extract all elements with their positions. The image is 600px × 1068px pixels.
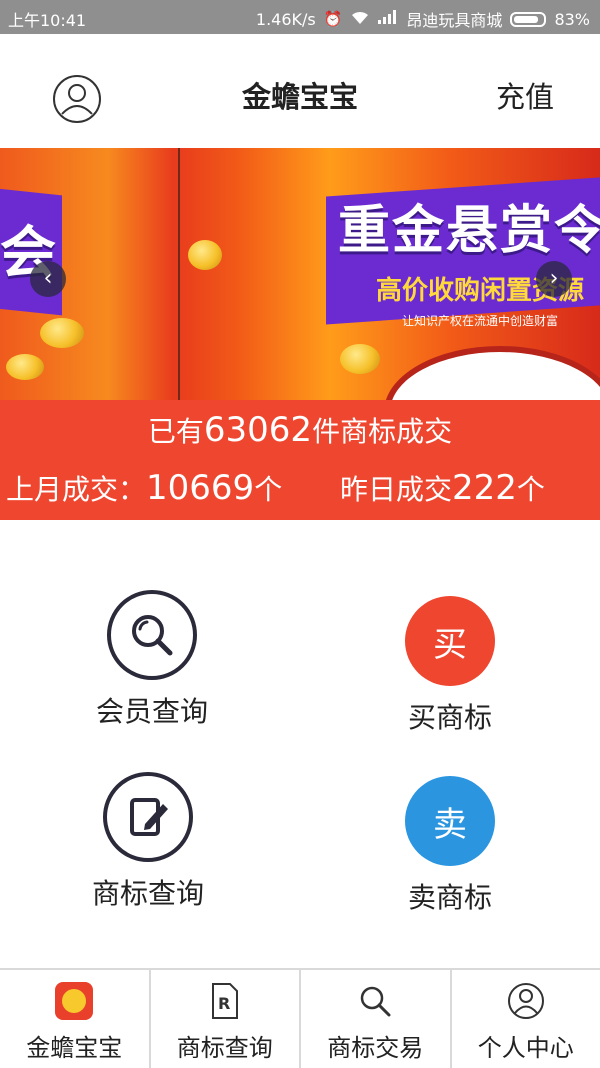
tab-trademark-trade-label: 商标交易 [301, 1028, 450, 1063]
yesterday-label: 昨日成交 [340, 473, 452, 506]
network-speed: 1.46K/s [256, 10, 316, 29]
promo-banner[interactable]: 会 重金悬赏令 高价收购闲置资源 让知识产权在流通中创造财富 ‹ › [0, 148, 600, 400]
tab-trademark-trade[interactable]: 商标交易 [301, 970, 452, 1068]
user-icon [452, 980, 600, 1022]
battery-percent: 83% [554, 10, 590, 29]
last-month-label: 上月成交： [6, 473, 146, 506]
tab-trademark-query[interactable]: R 商标查询 [151, 970, 302, 1068]
yesterday-count: 222 [452, 468, 517, 508]
sell-trademark-label: 卖商标 [350, 876, 550, 916]
tab-home[interactable]: 金蟾宝宝 [0, 970, 151, 1068]
tab-home-label: 金蟾宝宝 [0, 1028, 149, 1063]
buy-trademark-button[interactable]: 买 买商标 [350, 596, 550, 736]
banner-prev-arrow-icon[interactable]: ‹ [30, 261, 66, 297]
trademark-query-button[interactable]: 商标查询 [48, 772, 248, 912]
stats-band: 已有63062件商标成交 上月成交：10669个 昨日成交222个 [0, 400, 600, 520]
total-prefix: 已有 [148, 415, 204, 448]
sell-icon: 卖 [405, 776, 495, 866]
coin-decoration [40, 318, 84, 348]
tab-profile-label: 个人中心 [452, 1028, 600, 1063]
last-month-unit: 个 [254, 473, 282, 506]
banner-headline: 重金悬赏令 [338, 188, 600, 263]
buy-icon: 买 [405, 596, 495, 686]
status-right: 1.46K/s ⏰ 昂迪玩具商城 83% [256, 7, 590, 31]
app-header: 金蟾宝宝 充值 [0, 34, 600, 148]
status-bar: 上午10:41 1.46K/s ⏰ 昂迪玩具商城 83% [0, 0, 600, 34]
tab-profile[interactable]: 个人中心 [452, 970, 600, 1068]
coin-decoration [340, 344, 380, 374]
bottom-tab-bar: 金蟾宝宝 R 商标查询 商标交易 个人中心 [0, 968, 600, 1068]
registered-doc-icon: R [151, 980, 300, 1022]
search-icon [301, 980, 450, 1022]
banner-next-arrow-icon[interactable]: › [536, 261, 572, 297]
signal-icon [378, 10, 398, 28]
member-query-button[interactable]: 会员查询 [52, 590, 252, 730]
recharge-button[interactable]: 充值 [496, 74, 554, 116]
member-query-label: 会员查询 [52, 690, 252, 730]
banner-plate [384, 346, 600, 400]
total-suffix: 件商标成交 [312, 415, 452, 448]
yesterday-deals: 昨日成交222个 [340, 468, 545, 508]
tab-trademark-query-label: 商标查询 [151, 1028, 300, 1063]
buy-trademark-label: 买商标 [350, 696, 550, 736]
total-count: 63062 [204, 410, 312, 450]
last-month-deals: 上月成交：10669个 [6, 468, 282, 508]
app-logo-icon [0, 980, 149, 1022]
banner-tagline: 让知识产权在流通中创造财富 [402, 312, 558, 329]
search-icon [107, 590, 197, 680]
coin-decoration [188, 240, 222, 270]
svg-text:R: R [218, 994, 230, 1013]
alarm-icon: ⏰ [324, 10, 343, 28]
battery-icon [510, 12, 546, 27]
edit-document-icon [103, 772, 193, 862]
banner-divider [178, 148, 180, 400]
last-month-count: 10669 [146, 468, 254, 508]
carrier-name: 昂迪玩具商城 [406, 7, 502, 31]
trademark-query-label: 商标查询 [48, 872, 248, 912]
sell-trademark-button[interactable]: 卖 卖商标 [350, 776, 550, 916]
total-deals: 已有63062件商标成交 [0, 410, 600, 450]
status-time: 上午10:41 [8, 7, 86, 31]
wifi-icon [350, 9, 370, 29]
coin-decoration [6, 354, 44, 380]
yesterday-unit: 个 [517, 473, 545, 506]
